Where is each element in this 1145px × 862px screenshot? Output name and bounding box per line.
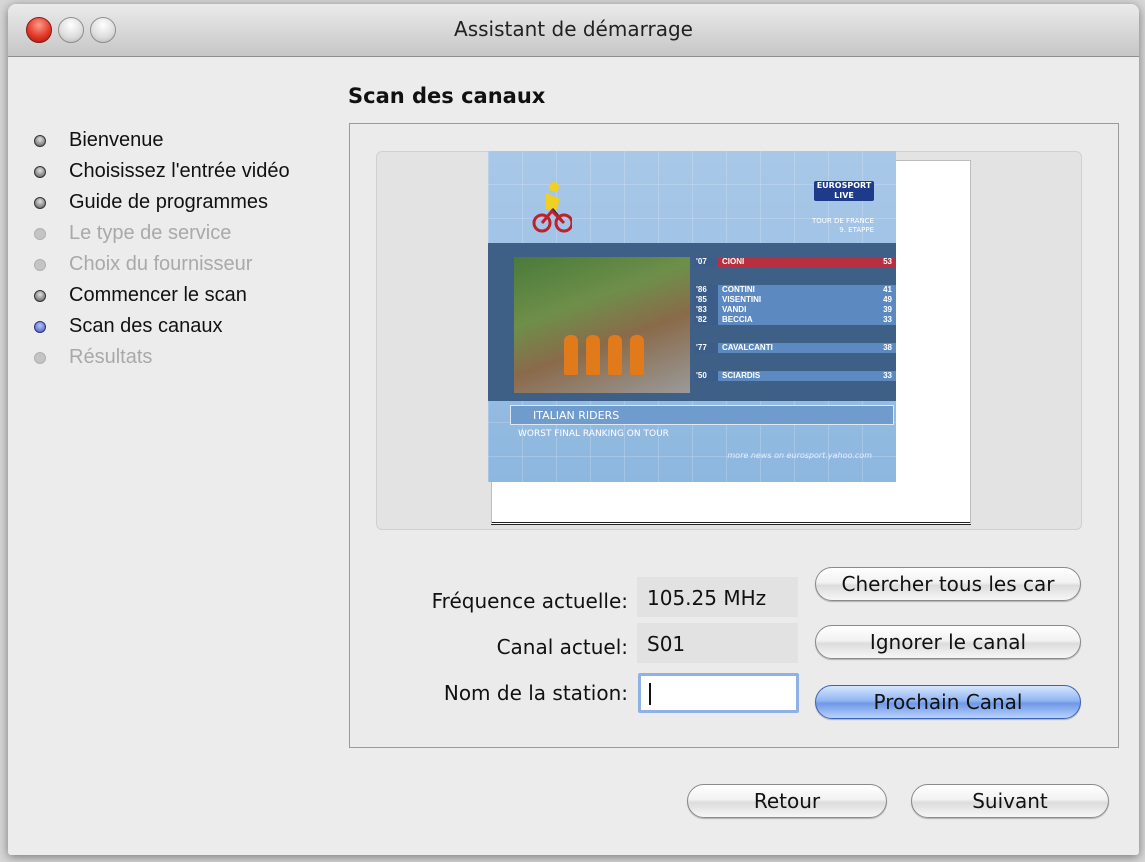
ranking-row: '85 VISENTINI 49: [694, 295, 896, 305]
channel-label: Canal actuel:: [496, 635, 628, 659]
next-channel-button[interactable]: Prochain Canal: [815, 685, 1081, 719]
ranking-name: VISENTINI: [718, 295, 872, 305]
ranking-row: '07 CIONI 53: [694, 257, 896, 267]
step-label: Guide de programmes: [69, 191, 268, 213]
step-done-icon: [34, 197, 46, 209]
skip-channel-button[interactable]: Ignorer le canal: [815, 625, 1081, 659]
rider-shape: [564, 335, 578, 375]
step-label: Bienvenue: [69, 129, 164, 151]
ranking-value: 33: [866, 371, 896, 381]
ranking-year: '85: [694, 295, 718, 305]
step-future-icon: [34, 259, 46, 271]
preview-footer: more news on eurosport.yahoo.com: [727, 451, 872, 460]
step-done-icon: [34, 166, 46, 178]
ranking-year: '50: [694, 371, 718, 381]
page-title: Scan des canaux: [348, 84, 546, 108]
ranking-name: CONTINI: [718, 285, 872, 295]
setup-assistant-window: Assistant de démarrage Bienvenue Choisis…: [8, 4, 1139, 855]
channel-field: S01: [637, 623, 798, 663]
rider-shape: [586, 335, 600, 375]
step-future-icon: [34, 352, 46, 364]
ranking-row: '50 SCIARDIS 33: [694, 371, 896, 381]
cyclist-icon: [532, 182, 572, 233]
ranking-row: '86 CONTINI 41: [694, 285, 896, 295]
window-title: Assistant de démarrage: [454, 17, 693, 41]
station-name-input[interactable]: [638, 673, 799, 713]
ranking-value: 38: [866, 343, 896, 353]
frequency-label: Fréquence actuelle:: [431, 589, 628, 613]
ticker-subline: WORST FINAL RANKING ON TOUR: [518, 429, 669, 439]
rider-shape: [630, 335, 644, 375]
scan-groupbox: EUROSPORT LIVE TOUR DE FRANCE 9. ETAPPE …: [349, 123, 1119, 748]
ranking-value: 33: [866, 315, 896, 325]
race-video: [514, 257, 690, 393]
ranking-name: BECCIA: [718, 315, 872, 325]
step-label: Choisissez l'entrée vidéo: [69, 160, 290, 182]
stage-caption: TOUR DE FRANCE 9. ETAPPE: [812, 217, 874, 234]
ranking-year: '86: [694, 285, 718, 295]
ranking-row: '83 VANDI 39: [694, 305, 896, 315]
step-label: Choix du fournisseur: [69, 253, 253, 275]
ranking-value: 53: [866, 257, 896, 267]
ranking-row: '77 CAVALCANTI 38: [694, 343, 896, 353]
eurosport-logo: EUROSPORT LIVE: [814, 181, 874, 201]
video-preview: EUROSPORT LIVE TOUR DE FRANCE 9. ETAPPE …: [488, 151, 896, 482]
ticker-headline: ITALIAN RIDERS: [510, 405, 894, 425]
ranking-value: 41: [866, 285, 896, 295]
back-button[interactable]: Retour: [687, 784, 887, 818]
next-button[interactable]: Suivant: [911, 784, 1109, 818]
step-label: Scan des canaux: [69, 315, 223, 337]
step-label: Le type de service: [69, 222, 232, 244]
ranking-year: '83: [694, 305, 718, 315]
rider-shape: [608, 335, 622, 375]
ranking-year: '77: [694, 343, 718, 353]
ranking-name: VANDI: [718, 305, 872, 315]
ranking-name: CAVALCANTI: [718, 343, 872, 353]
text-caret: [649, 683, 651, 705]
frequency-field: 105.25 MHz: [637, 577, 798, 617]
ranking-value: 39: [866, 305, 896, 315]
step-future-icon: [34, 228, 46, 240]
step-current-icon: [34, 321, 46, 333]
title-bar[interactable]: Assistant de démarrage: [8, 4, 1139, 57]
ranking-year: '07: [694, 257, 718, 267]
ranking-name: CIONI: [718, 257, 872, 267]
ranking-row: '82 BECCIA 33: [694, 315, 896, 325]
step-label: Commencer le scan: [69, 284, 247, 306]
ranking-name: SCIARDIS: [718, 371, 872, 381]
step-done-icon: [34, 290, 46, 302]
station-name-label: Nom de la station:: [443, 681, 628, 705]
scan-all-channels-button[interactable]: Chercher tous les car: [815, 567, 1081, 601]
step-done-icon: [34, 135, 46, 147]
step-label: Résultats: [69, 346, 153, 368]
ranking-year: '82: [694, 315, 718, 325]
ranking-value: 49: [866, 295, 896, 305]
